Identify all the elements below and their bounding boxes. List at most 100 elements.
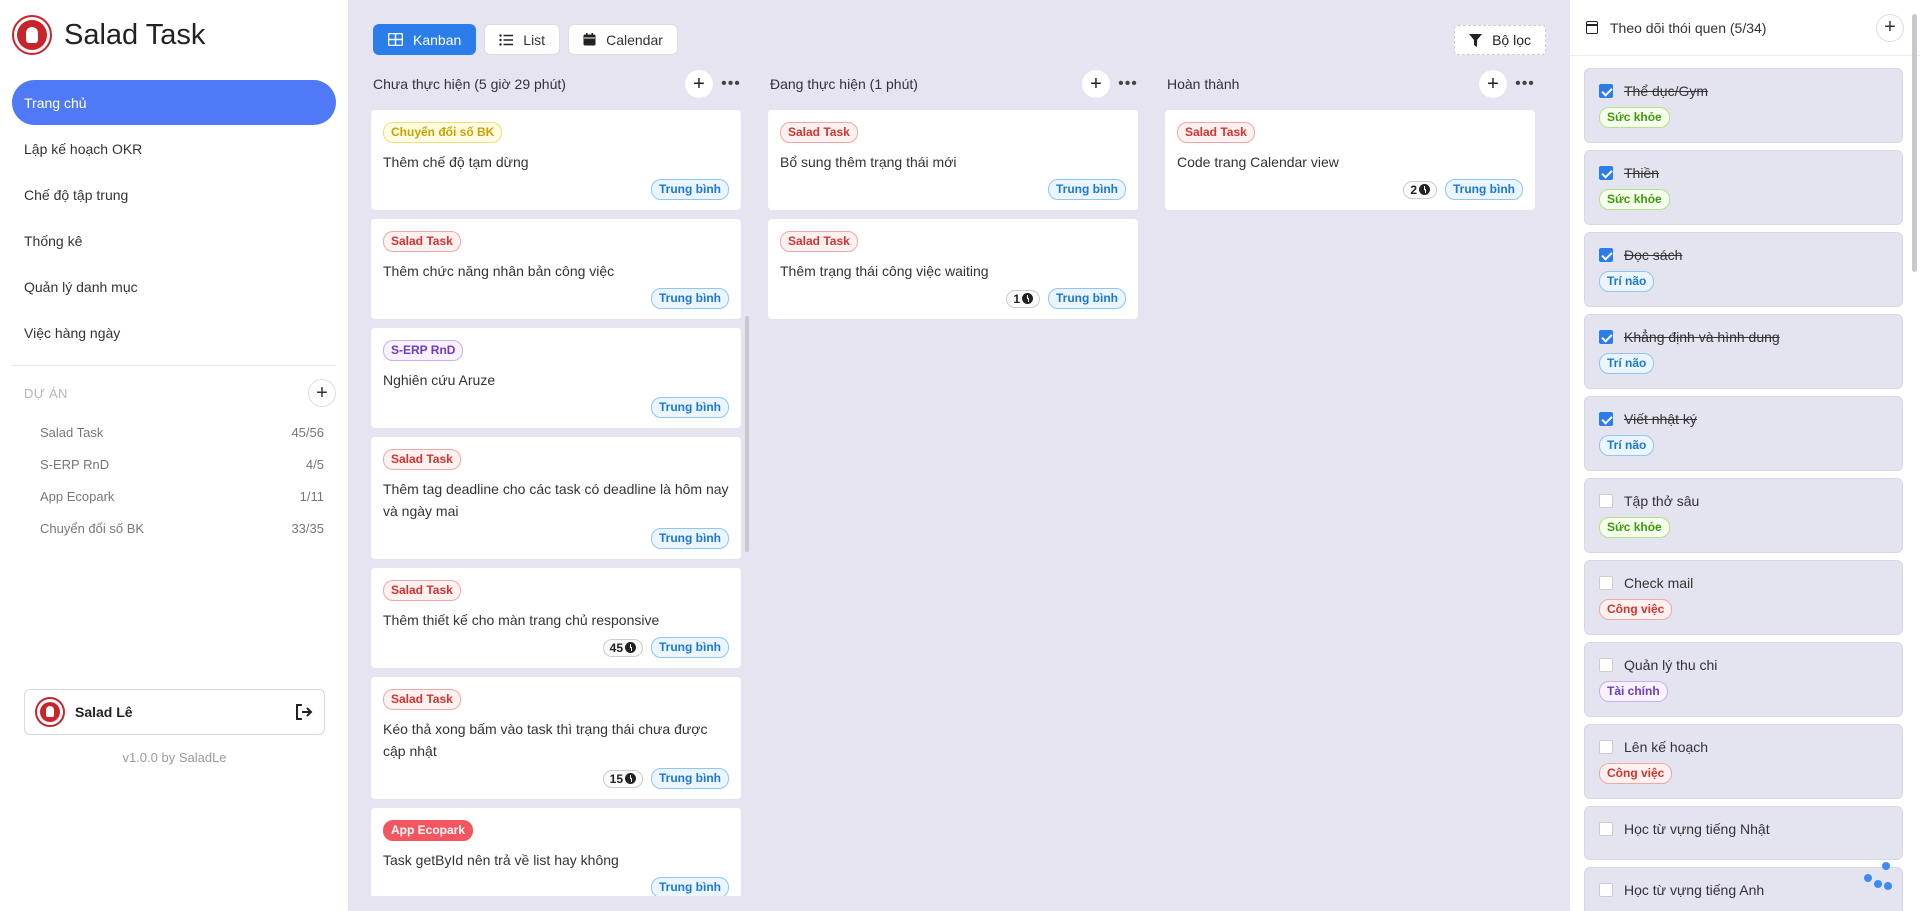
task-card[interactable]: Salad Task Thêm trạng thái công việc wai… — [768, 219, 1138, 319]
task-card[interactable]: Salad Task Thêm chức năng nhân bản công … — [371, 219, 741, 319]
task-title: Thêm chức năng nhân bản công việc — [383, 263, 615, 279]
habit-name: Check mail — [1624, 575, 1694, 591]
habit-item[interactable]: Học từ vựng tiếng Anh — [1584, 867, 1903, 911]
habit-checkbox[interactable] — [1599, 740, 1613, 754]
task-card[interactable]: S-ERP RnD Nghiên cứu Aruze Trung bình — [371, 328, 741, 428]
habit-checkbox[interactable] — [1599, 822, 1613, 836]
view-list-button[interactable]: List — [484, 24, 561, 55]
clock-icon — [1419, 184, 1430, 195]
habit-tag: Trí não — [1599, 435, 1655, 456]
task-card[interactable]: Salad Task Thêm thiết kế cho màn trang c… — [371, 568, 741, 668]
add-task-button[interactable]: + — [1479, 70, 1507, 98]
priority-tag: Trung bình — [651, 637, 729, 658]
habit-item[interactable]: Tập thở sâu Sức khỏe — [1584, 478, 1903, 553]
habit-item[interactable]: Học từ vựng tiếng Nhật — [1584, 806, 1903, 860]
priority-tag: Trung bình — [651, 288, 729, 309]
habit-item[interactable]: Khẳng định và hình dung Trí não — [1584, 314, 1903, 389]
sidebar: Salad Task Trang chủ Lập kế hoạch OKR Ch… — [0, 0, 349, 911]
more-options-icon[interactable]: ••• — [1513, 75, 1537, 93]
habit-name: Quản lý thu chi — [1624, 657, 1718, 673]
task-card[interactable]: Chuyển đổi số BK Thêm chế độ tạm dừng Tr… — [371, 110, 741, 210]
habit-item[interactable]: Quản lý thu chi Tài chính — [1584, 642, 1903, 717]
habit-item[interactable]: Viết nhật ký Trí não — [1584, 396, 1903, 471]
view-calendar-label: Calendar — [606, 31, 663, 48]
habit-checkbox[interactable] — [1599, 658, 1613, 672]
brand[interactable]: Salad Task — [0, 0, 348, 70]
column-done: Hoàn thành + ••• Salad Task Code trang C… — [1163, 68, 1537, 896]
view-kanban-button[interactable]: Kanban — [373, 24, 477, 55]
user-name: Salad Lê — [75, 704, 133, 720]
nav-item-home[interactable]: Trang chủ — [12, 80, 336, 125]
habit-checkbox[interactable] — [1599, 883, 1613, 897]
habit-tracker-panel: Theo dõi thói quen (5/34) + Thể dục/Gym … — [1570, 0, 1920, 911]
task-card[interactable]: Salad Task Code trang Calendar view 2 Tr… — [1165, 110, 1535, 210]
task-card[interactable]: Salad Task Kéo thả xong bấm vào task thì… — [371, 677, 741, 799]
view-kanban-label: Kanban — [413, 31, 462, 48]
more-options-icon[interactable]: ••• — [719, 75, 743, 93]
habit-item[interactable]: Check mail Công việc — [1584, 560, 1903, 635]
nav-item-daily-tasks[interactable]: Việc hàng ngày — [12, 310, 336, 355]
column-body: Chuyển đổi số BK Thêm chế độ tạm dừng Tr… — [369, 110, 743, 896]
habit-tag: Sức khỏe — [1599, 189, 1670, 210]
project-name: Chuyển đổi số BK — [40, 520, 145, 536]
main-nav: Trang chủ Lập kế hoạch OKR Chế độ tập tr… — [0, 80, 348, 355]
habit-checkbox[interactable] — [1599, 166, 1613, 180]
project-item[interactable]: Chuyển đổi số BK 33/35 — [0, 512, 348, 544]
calendar-check-icon — [1586, 21, 1598, 34]
habit-checkbox[interactable] — [1599, 412, 1613, 426]
app-logo — [12, 15, 52, 55]
project-item[interactable]: Salad Task 45/56 — [0, 416, 348, 448]
add-project-button[interactable]: + — [308, 379, 336, 407]
task-card[interactable]: Salad Task Thêm tag deadline cho các tas… — [371, 437, 741, 559]
view-calendar-button[interactable]: Calendar — [568, 24, 678, 55]
column-body: Salad Task Bổ sung thêm trạng thái mới T… — [766, 110, 1140, 896]
view-switcher: Kanban List Calendar — [373, 24, 678, 55]
habit-item[interactable]: Lên kế hoạch Công việc — [1584, 724, 1903, 799]
priority-tag: Trung bình — [651, 397, 729, 418]
habit-name: Học từ vựng tiếng Anh — [1624, 882, 1765, 898]
habit-item[interactable]: Thiền Sức khỏe — [1584, 150, 1903, 225]
more-options-icon[interactable]: ••• — [1116, 75, 1140, 93]
nav-item-focus-mode[interactable]: Chế độ tập trung — [12, 172, 336, 217]
habit-checkbox[interactable] — [1599, 84, 1613, 98]
priority-tag: Trung bình — [651, 768, 729, 789]
grid-icon — [388, 33, 403, 46]
habit-checkbox[interactable] — [1599, 330, 1613, 344]
habit-tag: Trí não — [1599, 353, 1655, 374]
priority-tag: Trung bình — [651, 528, 729, 549]
main-content: Kanban List Calendar Bộ lọc Chưa thực hi… — [349, 0, 1570, 911]
project-item[interactable]: App Ecopark 1/11 — [0, 480, 348, 512]
projects-title: DỰ ÁN — [24, 385, 68, 401]
logout-icon[interactable] — [294, 702, 314, 722]
project-tag: Chuyển đổi số BK — [383, 122, 503, 143]
habit-tag: Công việc — [1599, 763, 1673, 784]
nav-item-statistics[interactable]: Thống kê — [12, 218, 336, 263]
task-card[interactable]: App Ecopark Task getById nên trả về list… — [371, 808, 741, 896]
habit-checkbox[interactable] — [1599, 248, 1613, 262]
task-card[interactable]: Salad Task Bổ sung thêm trạng thái mới T… — [768, 110, 1138, 210]
habit-name: Khẳng định và hình dung — [1624, 329, 1780, 345]
add-task-button[interactable]: + — [685, 70, 713, 98]
project-tag: App Ecopark — [383, 820, 474, 841]
habit-checkbox[interactable] — [1599, 576, 1613, 590]
task-title: Code trang Calendar view — [1177, 154, 1339, 170]
add-habit-button[interactable]: + — [1876, 13, 1904, 42]
project-name: Salad Task — [40, 424, 104, 440]
filter-button[interactable]: Bộ lọc — [1454, 25, 1546, 55]
habit-checkbox[interactable] — [1599, 494, 1613, 508]
nav-item-okr[interactable]: Lập kế hoạch OKR — [12, 126, 336, 171]
priority-tag: Trung bình — [651, 877, 729, 896]
projects-header: DỰ ÁN + — [0, 370, 348, 416]
project-tag: Salad Task — [383, 580, 461, 601]
view-list-label: List — [523, 31, 546, 48]
project-tag: Salad Task — [780, 231, 858, 252]
panel-scrollbar[interactable] — [1912, 14, 1917, 272]
habit-item[interactable]: Thể dục/Gym Sức khỏe — [1584, 68, 1903, 143]
project-tag: S-ERP RnD — [383, 340, 464, 361]
add-task-button[interactable]: + — [1082, 70, 1110, 98]
project-item[interactable]: S-ERP RnD 4/5 — [0, 448, 348, 480]
habit-tag: Sức khỏe — [1599, 107, 1670, 128]
nav-item-categories[interactable]: Quản lý danh mục — [12, 264, 336, 309]
habit-item[interactable]: Đọc sách Trí não — [1584, 232, 1903, 307]
column-scrollbar[interactable] — [745, 316, 749, 552]
